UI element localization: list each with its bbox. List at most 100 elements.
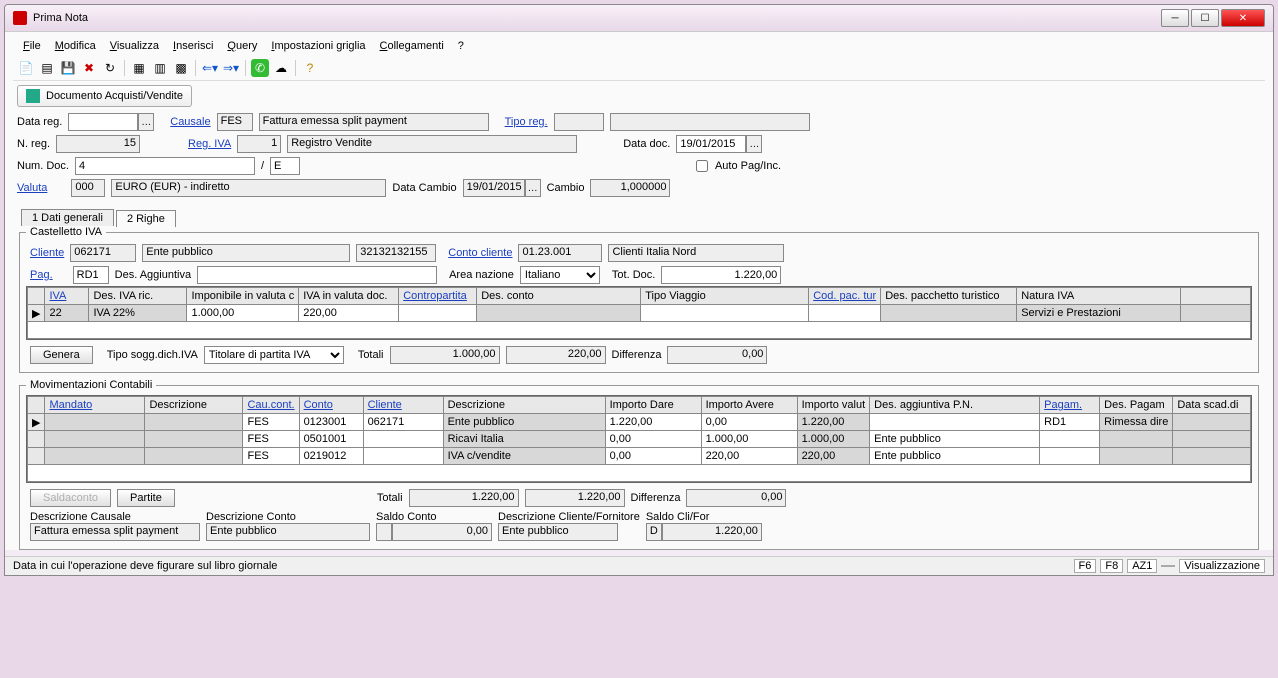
menu-query[interactable]: Query <box>221 38 263 54</box>
mov-col-despag[interactable]: Des. Pagam <box>1100 397 1173 414</box>
menu-help[interactable]: ? <box>452 38 470 54</box>
mov-grid[interactable]: Mandato Descrizione Cau.cont. Conto Clie… <box>26 395 1252 483</box>
tb-cloud-icon[interactable]: ☁ <box>272 59 290 77</box>
mov-col-datascad[interactable]: Data scad.di <box>1173 397 1251 414</box>
iva-row[interactable]: ▶ 22 IVA 22% 1.000,00 220,00 Servizi e P… <box>28 305 1251 322</box>
minimize-button[interactable]: ─ <box>1161 9 1189 27</box>
col-des-pac[interactable]: Des. pacchetto turistico <box>881 288 1017 305</box>
auto-pag-checkbox[interactable]: Auto Pag/Inc. <box>692 157 781 175</box>
auto-pag-input[interactable] <box>696 160 708 172</box>
tb-prev-icon[interactable]: ⇐▾ <box>201 59 219 77</box>
totali-mov-label: Totali <box>377 492 403 504</box>
area-nazione-select[interactable]: Italiano <box>520 266 600 284</box>
mov-col-mandato[interactable]: Mandato <box>45 397 145 414</box>
castelletto-legend: Castelletto IVA <box>26 226 106 238</box>
partite-button[interactable]: Partite <box>117 489 175 507</box>
mov-col-desc[interactable]: Descrizione <box>145 397 243 414</box>
tb-help-icon[interactable]: ? <box>301 59 319 77</box>
auto-pag-label: Auto Pag/Inc. <box>715 160 781 172</box>
reg-iva-link[interactable]: Reg. IVA <box>188 138 231 150</box>
mov-col-dare[interactable]: Importo Dare <box>605 397 701 414</box>
col-natura-iva[interactable]: Natura IVA <box>1017 288 1181 305</box>
maximize-button[interactable]: ☐ <box>1191 9 1219 27</box>
col-iva[interactable]: IVA <box>45 288 89 305</box>
menubar: File Modifica Visualizza Inserisci Query… <box>13 36 1265 56</box>
tb-save-icon[interactable]: 💾 <box>59 59 77 77</box>
tab-dati-generali[interactable]: 1 Dati generali <box>21 209 114 226</box>
close-button[interactable]: ✕ <box>1221 9 1265 27</box>
tab-righe[interactable]: 2 Righe <box>116 210 176 227</box>
col-des-conto[interactable]: Des. conto <box>477 288 641 305</box>
pag-input[interactable] <box>73 266 109 284</box>
menu-inserisci[interactable]: Inserisci <box>167 38 219 54</box>
data-cambio-picker-button[interactable]: … <box>525 179 541 197</box>
iva-grid[interactable]: IVA Des. IVA ric. Imponibile in valuta c… <box>26 286 1252 340</box>
tabs: 1 Dati generali 2 Righe <box>13 209 1265 226</box>
des-agg-input[interactable] <box>197 266 437 284</box>
mov-col-cau[interactable]: Cau.cont. <box>243 397 299 414</box>
menu-visualizza[interactable]: Visualizza <box>104 38 165 54</box>
tb-delete-icon[interactable]: ✖ <box>80 59 98 77</box>
tb-grid3-icon[interactable]: ▩ <box>172 59 190 77</box>
col-iva-valuta[interactable]: IVA in valuta doc. <box>299 288 399 305</box>
causale-code: FES <box>217 113 253 131</box>
tb-next-icon[interactable]: ⇒▾ <box>222 59 240 77</box>
mov-row[interactable]: FES0501001Ricavi Italia0,001.000,001.000… <box>28 431 1251 448</box>
data-doc-picker-button[interactable]: … <box>746 135 762 153</box>
mov-col-conto[interactable]: Conto <box>299 397 363 414</box>
tb-new-icon[interactable]: 📄 <box>17 59 35 77</box>
desc-causale: Fattura emessa split payment <box>30 523 200 541</box>
data-reg-picker-button[interactable]: … <box>138 113 154 131</box>
data-reg-input[interactable] <box>68 113 138 131</box>
doc-acquisti-vendite-button[interactable]: Documento Acquisti/Vendite <box>17 85 192 107</box>
genera-button[interactable]: Genera <box>30 346 93 364</box>
movimentazioni-group: Movimentazioni Contabili Mandato Descriz… <box>19 379 1259 550</box>
menu-impostazioni[interactable]: Impostazioni griglia <box>265 38 371 54</box>
pag-link[interactable]: Pag. <box>30 269 53 281</box>
causale-desc: Fattura emessa split payment <box>259 113 489 131</box>
menu-collegamenti[interactable]: Collegamenti <box>374 38 450 54</box>
mov-row[interactable]: FES0219012IVA c/vendite0,00220,00220,00E… <box>28 448 1251 465</box>
tb-phone-icon[interactable]: ✆ <box>251 59 269 77</box>
diff-iva-label: Differenza <box>612 349 662 361</box>
col-contropartita[interactable]: Contropartita <box>399 288 477 305</box>
tot-iva: 220,00 <box>506 346 606 364</box>
diff-iva: 0,00 <box>667 346 767 364</box>
mov-col-desagg[interactable]: Des. aggiuntiva P.N. <box>870 397 1040 414</box>
cliente-link[interactable]: Cliente <box>30 247 64 259</box>
menu-modifica[interactable]: Modifica <box>49 38 102 54</box>
data-doc-input[interactable] <box>676 135 746 153</box>
num-doc-input[interactable] <box>75 157 255 175</box>
col-imponibile[interactable]: Imponibile in valuta c <box>187 288 299 305</box>
data-reg-label: Data reg. <box>17 116 62 128</box>
tot-doc-input[interactable] <box>661 266 781 284</box>
mov-col-desc2[interactable]: Descrizione <box>443 397 605 414</box>
tb-refresh-icon[interactable]: ↻ <box>101 59 119 77</box>
tb-open-icon[interactable]: ▤ <box>38 59 56 77</box>
desc-clifor-label: Descrizione Cliente/Fornitore <box>498 511 640 523</box>
col-cod-pac[interactable]: Cod. pac. tur <box>809 288 881 305</box>
col-des-iva[interactable]: Des. IVA ric. <box>89 288 187 305</box>
document-icon <box>26 89 40 103</box>
conto-cliente-link[interactable]: Conto cliente <box>448 247 512 259</box>
mov-col-avere[interactable]: Importo Avere <box>701 397 797 414</box>
tb-grid1-icon[interactable]: ▦ <box>130 59 148 77</box>
tipo-sogg-select[interactable]: Titolare di partita IVA <box>204 346 344 364</box>
status-blank <box>1161 565 1175 567</box>
causale-link[interactable]: Causale <box>170 116 210 128</box>
cliente-code: 062171 <box>70 244 136 262</box>
conto-cliente: 01.23.001 <box>518 244 602 262</box>
mov-col-cliente[interactable]: Cliente <box>363 397 443 414</box>
mov-col-pagam[interactable]: Pagam. <box>1040 397 1100 414</box>
mov-col-valuta[interactable]: Importo valut <box>797 397 870 414</box>
num-doc-suffix-input[interactable] <box>270 157 300 175</box>
main-window: Prima Nota ─ ☐ ✕ File Modifica Visualizz… <box>4 4 1274 576</box>
col-tipo-viaggio[interactable]: Tipo Viaggio <box>641 288 809 305</box>
menu-file[interactable]: File <box>17 38 47 54</box>
tot-dare: 1.220,00 <box>409 489 519 507</box>
mov-row[interactable]: ▶FES0123001062171Ente pubblico1.220,000,… <box>28 414 1251 431</box>
tb-grid2-icon[interactable]: ▥ <box>151 59 169 77</box>
valuta-link[interactable]: Valuta <box>17 182 47 194</box>
tipo-reg-link[interactable]: Tipo reg. <box>505 116 548 128</box>
saldaconto-button[interactable]: Saldaconto <box>30 489 111 507</box>
